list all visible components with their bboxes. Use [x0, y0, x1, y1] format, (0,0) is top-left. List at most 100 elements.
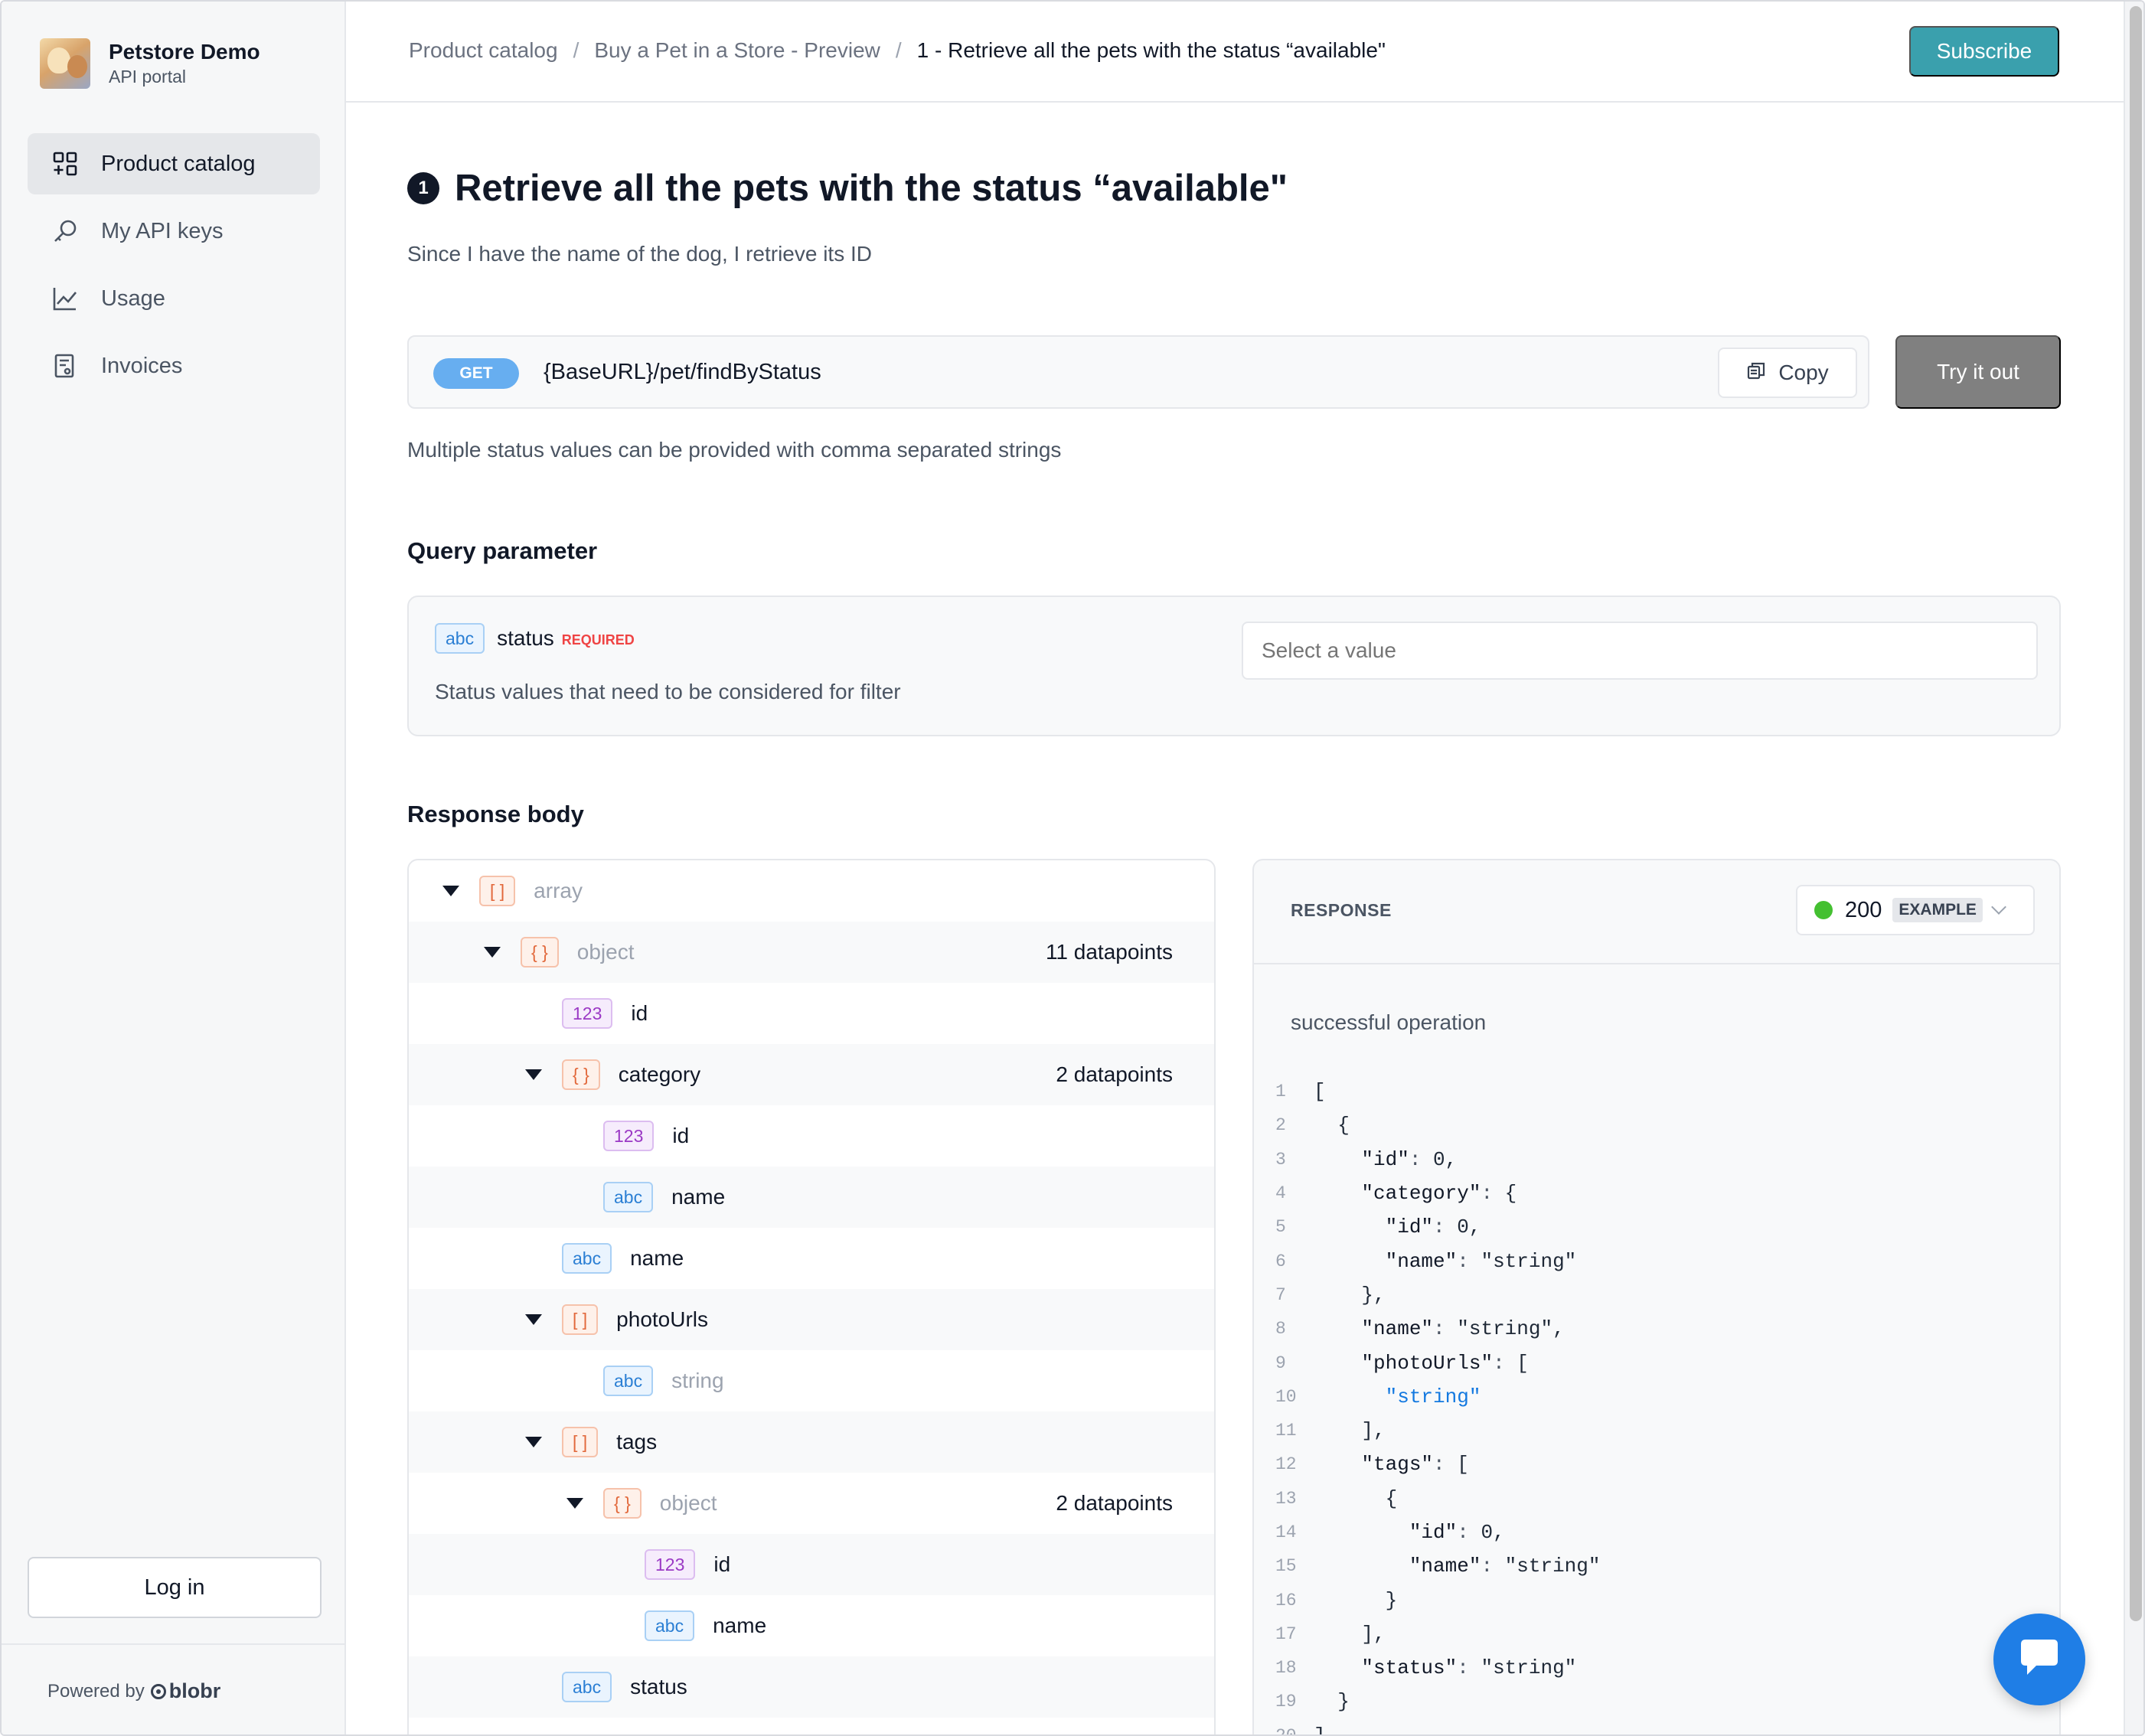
endpoint-description: Multiple status values can be provided w… [407, 438, 1062, 462]
query-param-description: Status values that need to be considered… [435, 680, 901, 703]
tree-node: 123 id [645, 1549, 730, 1580]
caret-down-icon[interactable] [525, 1314, 542, 1325]
page-scrollbar[interactable] [2124, 2, 2143, 1734]
sidebar-item-invoices[interactable]: Invoices [28, 335, 320, 396]
datapoints-count: 2 datapoints [1056, 1491, 1173, 1515]
type-tag: abc [562, 1672, 612, 1702]
breadcrumb-item-catalog[interactable]: Product catalog [409, 38, 558, 63]
status-value-select[interactable] [1242, 622, 2038, 680]
tree-node: { } object [484, 937, 634, 968]
response-code-block[interactable]: 1[2 {3 "id": 0, 4 "category": {5 "id": 0,… [1275, 1075, 1601, 1736]
chat-bubble-icon [2016, 1636, 2062, 1683]
query-parameter-card: abc status REQUIRED Status values that n… [407, 596, 2061, 736]
code-text: { [1314, 1114, 1350, 1137]
code-line: 13 { [1275, 1482, 1601, 1516]
copy-icon [1746, 361, 1766, 386]
caret-down-icon[interactable] [525, 1437, 542, 1447]
breadcrumb-separator: / [573, 38, 580, 62]
tree-node-name: photoUrls [616, 1307, 709, 1331]
code-text: "category": { [1361, 1182, 1517, 1206]
code-text: }, [1314, 1283, 1386, 1307]
line-number: 19 [1275, 1692, 1297, 1712]
try-it-out-button[interactable]: Try it out [1895, 335, 2061, 409]
required-badge: REQUIRED [561, 631, 635, 648]
caret-down-icon[interactable] [525, 1069, 542, 1080]
query-param-header: abc status REQUIRED [435, 623, 635, 654]
tree-node-name: id [631, 1001, 648, 1025]
type-tag: { } [562, 1059, 600, 1090]
tree-node: 123 id [603, 1121, 689, 1151]
breadcrumb: Product catalog / Buy a Pet in a Store -… [409, 38, 1386, 63]
tree-row[interactable]: { } category 2 datapoints [409, 1044, 1214, 1105]
tree-node-name: name [630, 1246, 684, 1270]
code-text: "name": "string" [1409, 1555, 1601, 1578]
subscribe-button[interactable]: Subscribe [1909, 26, 2059, 77]
example-badge: EXAMPLE [1892, 898, 1983, 922]
type-tag: { } [521, 937, 559, 968]
code-text: ], [1314, 1419, 1386, 1443]
code-line: 19 } [1275, 1685, 1601, 1718]
tree-row[interactable]: { } object 11 datapoints [409, 922, 1214, 983]
tree-node-name: tags [616, 1430, 658, 1454]
code-text: "status": "string" [1361, 1656, 1577, 1680]
tree-row: 123 id [409, 983, 1214, 1044]
sidebar-item-label: Usage [101, 286, 165, 311]
sidebar-item-product-catalog[interactable]: Product catalog [28, 133, 320, 194]
line-number: 8 [1275, 1319, 1286, 1340]
tree-node: abc name [603, 1182, 725, 1212]
line-number: 20 [1275, 1725, 1297, 1736]
tree-row[interactable]: [ ] array [409, 860, 1214, 922]
tree-row[interactable]: [ ] photoUrls [409, 1289, 1214, 1350]
sidebar-item-api-keys[interactable]: My API keys [28, 201, 320, 262]
caret-down-icon[interactable] [442, 886, 459, 896]
line-number: 6 [1275, 1251, 1286, 1271]
caret-down-icon[interactable] [484, 947, 501, 958]
chat-launcher-button[interactable] [1993, 1614, 2085, 1705]
login-button[interactable]: Log in [28, 1557, 322, 1618]
tree-node: { } category [525, 1059, 700, 1090]
brand-text: Petstore Demo API portal [109, 39, 260, 88]
sidebar-item-label: Product catalog [101, 151, 256, 176]
datapoints-count: 2 datapoints [1056, 1062, 1173, 1086]
scrollbar-thumb[interactable] [2130, 6, 2142, 1621]
http-method-badge: GET [433, 358, 519, 389]
app-subtitle: API portal [109, 67, 186, 86]
endpoint-url: {BaseURL}/pet/findByStatus [544, 360, 821, 384]
tree-node: [ ] array [442, 876, 583, 906]
status-code: 200 [1845, 897, 1882, 922]
line-number: 2 [1275, 1115, 1286, 1136]
status-code-select[interactable]: 200 EXAMPLE [1796, 885, 2035, 935]
sidebar-item-label: My API keys [101, 218, 224, 243]
tree-node: abc status [562, 1672, 687, 1702]
breadcrumb-separator: / [895, 38, 902, 62]
tree-node: [ ] photoUrls [525, 1304, 708, 1335]
code-text: } [1314, 1690, 1350, 1714]
response-schema-tree: [ ] array { } object 11 datapoints 123 id { } ca… [407, 859, 1216, 1734]
powered-by[interactable]: Powered by blobr [47, 1679, 220, 1703]
copy-button[interactable]: Copy [1718, 348, 1857, 398]
tree-row[interactable]: [ ] tags [409, 1411, 1214, 1473]
code-line: 18 "status": "string" [1275, 1651, 1601, 1685]
code-line: 17 ], [1275, 1617, 1601, 1651]
top-header: Product catalog / Buy a Pet in a Store -… [346, 2, 2124, 103]
sidebar-item-usage[interactable]: Usage [28, 268, 320, 329]
brand[interactable]: Petstore Demo API portal [40, 38, 260, 89]
code-text: "photoUrls": [ [1361, 1351, 1529, 1375]
type-tag: 123 [645, 1549, 696, 1580]
tree-row[interactable]: { } object 2 datapoints [409, 1473, 1214, 1534]
tree-node: 123 id [562, 998, 648, 1029]
line-number: 14 [1275, 1522, 1297, 1542]
caret-down-icon[interactable] [566, 1498, 583, 1509]
code-line: 12 "tags": [ [1275, 1447, 1601, 1481]
page-title-row: 1 Retrieve all the pets with the status … [407, 167, 1288, 210]
query-parameter-heading: Query parameter [407, 537, 598, 564]
chart-line-icon [52, 286, 78, 312]
breadcrumb-item-current: 1 - Retrieve all the pets with the statu… [916, 38, 1386, 62]
line-number: 12 [1275, 1454, 1297, 1475]
code-text: "name": "string", [1361, 1317, 1565, 1341]
line-number: 3 [1275, 1149, 1286, 1170]
tree-node: [ ] tags [525, 1427, 657, 1457]
tree-node-name: object [659, 1491, 717, 1515]
breadcrumb-item-product[interactable]: Buy a Pet in a Store - Preview [594, 38, 880, 63]
code-text: "string" [1385, 1385, 1481, 1408]
